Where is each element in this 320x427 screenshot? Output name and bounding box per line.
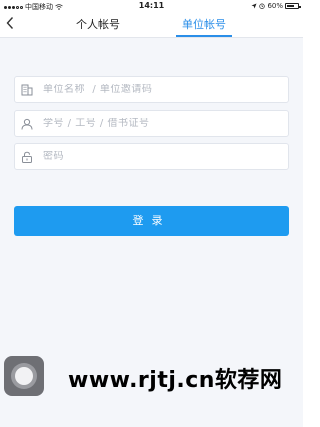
active-tab-indicator [176, 35, 232, 37]
password-field[interactable] [14, 143, 289, 170]
building-icon [21, 84, 33, 96]
org-input[interactable] [43, 84, 283, 95]
id-field[interactable] [14, 110, 289, 137]
tab-personal-account[interactable]: 个人帐号 [68, 17, 128, 32]
assistive-touch-icon[interactable] [4, 356, 44, 396]
id-input[interactable] [43, 118, 283, 129]
org-field[interactable] [14, 76, 289, 103]
status-bar: 中国移动 14:11 60% [0, 0, 303, 12]
chevron-left-icon[interactable] [6, 16, 14, 34]
tab-unit-account[interactable]: 单位帐号 [176, 17, 232, 32]
battery-fill [287, 5, 295, 7]
status-right: 60% [251, 2, 301, 10]
location-arrow-icon [251, 3, 257, 9]
alarm-icon [259, 3, 266, 9]
battery-icon [285, 3, 301, 9]
lock-icon [21, 151, 33, 163]
watermark-text: www.rjtj.cn软荐网 [68, 368, 283, 393]
battery-percent: 60% [267, 2, 283, 10]
login-button[interactable]: 登录 [14, 206, 289, 236]
user-icon [21, 118, 33, 130]
password-input[interactable] [43, 151, 283, 162]
login-screen: 中国移动 14:11 60% 个人帐号 单位帐号 单位名称 / 单位邀请码 学号… [0, 0, 303, 427]
nav-bar: 个人帐号 单位帐号 [0, 12, 303, 38]
